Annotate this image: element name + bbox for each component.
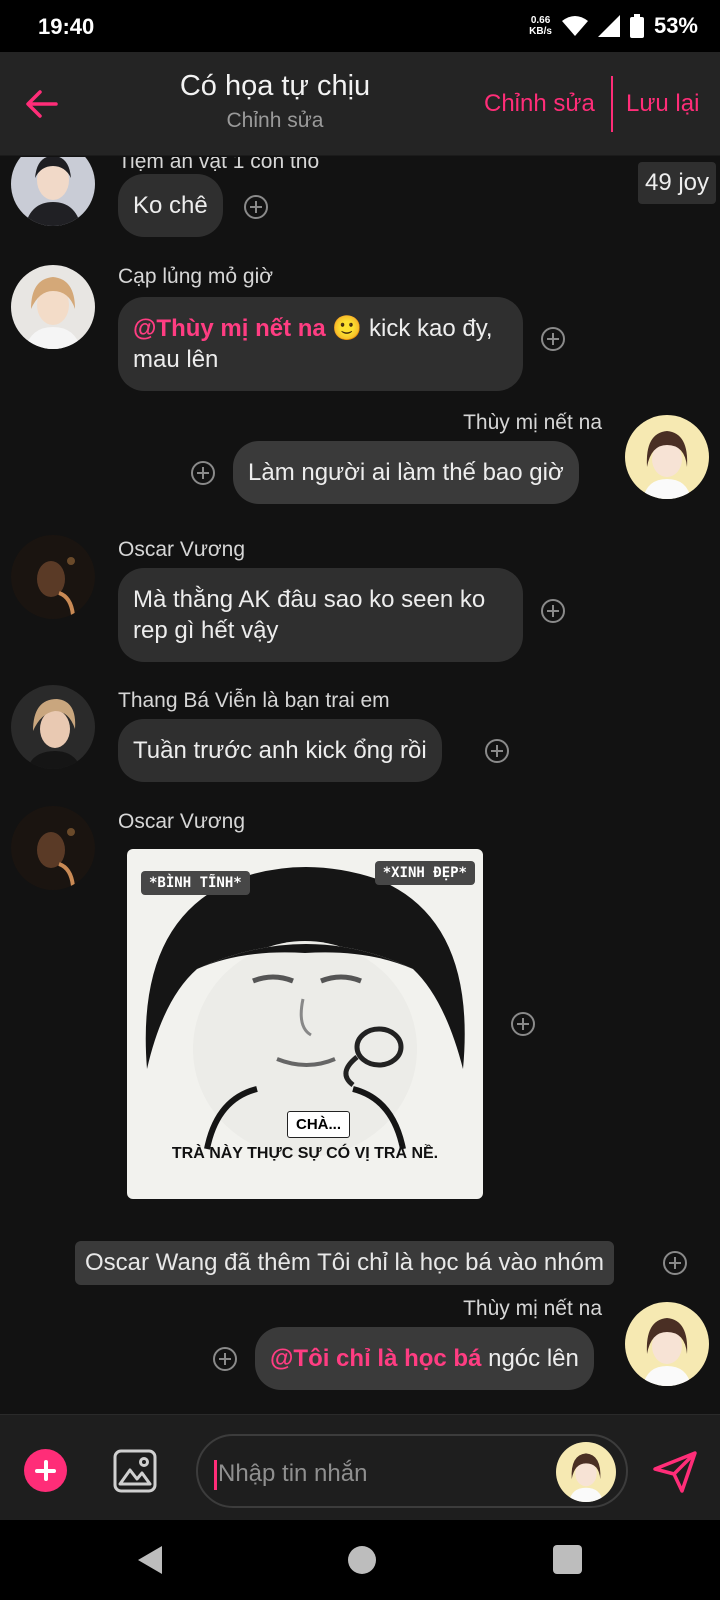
avatar[interactable] [625, 415, 709, 499]
edit-button[interactable]: Chỉnh sửa [484, 90, 595, 118]
message-bubble[interactable]: Mà thằng AK đâu sao ko seen ko rep gì hế… [118, 568, 523, 662]
sender-name: Thùy mị nết na [463, 1297, 602, 1320]
mention[interactable]: @Tôi chỉ là học bá [270, 1345, 481, 1372]
sender-name: Cạp lủng mỏ giờ [118, 265, 274, 288]
nav-recent-icon[interactable] [553, 1545, 582, 1574]
image-icon[interactable] [112, 1448, 158, 1494]
text-caret [214, 1460, 217, 1490]
avatar[interactable] [11, 806, 95, 890]
plus-circle-icon[interactable] [511, 1012, 535, 1036]
header-divider [611, 76, 613, 132]
message-bubble[interactable]: @Thùy mị nết na 🙂 kick kao đy, mau lên [118, 297, 523, 391]
chat-header: Có họa tự chịu Chỉnh sửa Chỉnh sửa Lưu l… [0, 52, 720, 156]
plus-icon[interactable] [24, 1449, 67, 1492]
message-input[interactable]: Nhập tin nhắn [196, 1434, 628, 1508]
message-list[interactable]: Tiệm ăn vặt 1 con thỏ Ko chê 49 joy Cạp … [0, 157, 720, 1414]
group-subtitle: Chỉnh sửa [226, 109, 324, 132]
wifi-icon [561, 16, 588, 36]
nav-home-icon[interactable] [348, 1546, 376, 1574]
sender-name: Thang Bá Viễn là bạn trai em [118, 689, 390, 712]
sticker-caption: TRÀ NÀY THỰC SỰ CÓ VỊ TRÀ NỀ. [171, 1145, 439, 1162]
message-text: ngóc lên [481, 1345, 579, 1372]
plus-circle-icon[interactable] [191, 461, 215, 485]
message-bubble[interactable]: Tuần trước anh kick ổng rồi [118, 719, 442, 782]
sticker-avatar-button[interactable] [556, 1442, 616, 1502]
sender-name: Oscar Vương [118, 810, 246, 833]
arrow-left-icon[interactable] [22, 84, 62, 124]
status-icons: 0.66 KB/s 53% [529, 12, 698, 40]
sticker-image[interactable]: *BÌNH TĨNH* *XINH ĐẸP* CHÀ... TRÀ NÀY TH… [127, 849, 483, 1199]
plus-circle-icon[interactable] [541, 327, 565, 351]
sticker-tag: *XINH ĐẸP* [374, 861, 475, 885]
group-title: Có họa tự chịu [179, 70, 371, 102]
status-time: 19:40 [38, 14, 95, 39]
plus-circle-icon[interactable] [213, 1347, 237, 1371]
nav-back-icon[interactable] [136, 1544, 164, 1576]
system-nav-bar [0, 1520, 720, 1600]
avatar[interactable] [11, 685, 95, 769]
save-button[interactable]: Lưu lại [626, 90, 699, 118]
sender-name: Thùy mị nết na [463, 411, 602, 434]
sender-name: Oscar Vương [118, 538, 246, 561]
avatar[interactable] [11, 535, 95, 619]
avatar[interactable] [625, 1302, 709, 1386]
title-block: Có họa tự chịu Chỉnh sửa [150, 70, 400, 133]
input-placeholder: Nhập tin nhắn [218, 1460, 368, 1487]
plus-circle-icon[interactable] [541, 599, 565, 623]
message-bubble[interactable]: Ko chê [118, 174, 223, 237]
message-bubble[interactable]: Làm người ai làm thế bao giờ [233, 441, 579, 504]
emoji: 🙂 [332, 315, 363, 342]
avatar[interactable] [11, 265, 95, 349]
send-icon[interactable] [652, 1449, 698, 1495]
sticker-caption: CHÀ... [287, 1111, 350, 1138]
mention[interactable]: @Thùy mị nết na [133, 315, 326, 342]
battery-icon [629, 14, 644, 38]
network-speed: 0.66 KB/s [529, 15, 552, 37]
sticker-tag: *BÌNH TĨNH* [141, 871, 250, 895]
message-bubble[interactable]: @Tôi chỉ là học bá ngóc lên [255, 1327, 594, 1390]
message-composer: Nhập tin nhắn [0, 1414, 720, 1520]
system-message: Oscar Wang đã thêm Tôi chỉ là học bá vào… [75, 1241, 614, 1285]
sender-name: Tiệm ăn vặt 1 con thỏ [118, 157, 320, 173]
plus-circle-icon[interactable] [244, 195, 268, 219]
signal-icon [597, 15, 620, 37]
battery-percent: 53% [653, 13, 698, 38]
plus-circle-icon[interactable] [485, 739, 509, 763]
status-bar: 19:40 0.66 KB/s 53% [0, 0, 720, 52]
plus-circle-icon[interactable] [663, 1251, 687, 1275]
avatar[interactable] [11, 157, 95, 226]
joy-badge: 49 joy [638, 162, 716, 204]
